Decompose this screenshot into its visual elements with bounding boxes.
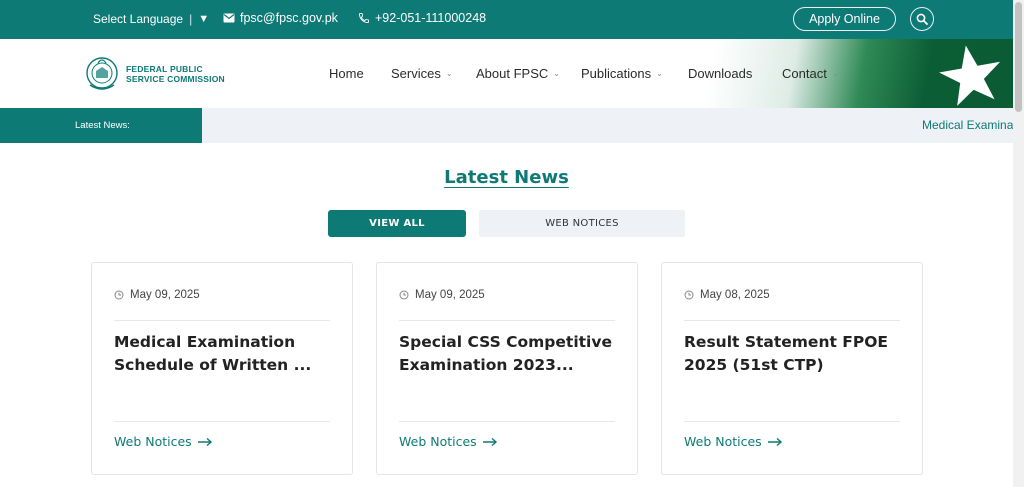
nav-label: About FPSC xyxy=(476,66,549,81)
logo-line-1: FEDERAL PUBLIC xyxy=(126,64,203,74)
phone-link[interactable]: +92-051-111000248 xyxy=(358,11,486,25)
card-title[interactable]: Special CSS Competitive Examination 2023… xyxy=(399,331,619,377)
nav-item-publications[interactable]: Publications ⌄ xyxy=(581,66,688,81)
caret-down-icon: ▼ xyxy=(198,13,210,25)
clock-icon xyxy=(114,290,124,300)
email-text: fpsc@fpsc.gov.pk xyxy=(240,11,338,25)
apply-online-button[interactable]: Apply Online xyxy=(793,7,896,31)
email-link[interactable]: fpsc@fpsc.gov.pk xyxy=(223,11,338,25)
scrollbar-thumb[interactable] xyxy=(1015,2,1022,112)
section-title: Latest News xyxy=(444,167,569,188)
ticker-headline[interactable]: Medical Examina xyxy=(922,118,1013,132)
clock-icon xyxy=(399,290,409,300)
emblem-icon xyxy=(86,57,118,90)
card-date: May 09, 2025 xyxy=(114,289,200,301)
clock-icon xyxy=(684,290,694,300)
envelope-icon xyxy=(223,13,235,23)
card-title[interactable]: Medical Examination Schedule of Written … xyxy=(114,331,334,377)
phone-text: +92-051-111000248 xyxy=(375,11,487,25)
card-category-link[interactable]: Web Notices xyxy=(114,434,213,449)
card-divider xyxy=(114,320,330,321)
card-category-link[interactable]: Web Notices xyxy=(684,434,783,449)
card-category-text: Web Notices xyxy=(399,434,477,449)
card-date: May 09, 2025 xyxy=(399,289,485,301)
nav-label: Contact xyxy=(782,66,827,81)
card-category-text: Web Notices xyxy=(114,434,192,449)
nav-label: Home xyxy=(329,66,364,81)
ticker-label: Latest News: xyxy=(0,108,202,143)
card-date-text: May 09, 2025 xyxy=(130,289,200,301)
chevron-down-icon: ⌄ xyxy=(445,69,453,78)
page-scrollbar[interactable] xyxy=(1013,0,1024,487)
nav-label: Downloads xyxy=(688,66,753,81)
star-icon xyxy=(939,45,1001,106)
main-nav: Home Services ⌄ About FPSC ⌄ Publications ⌄… xyxy=(329,66,852,81)
search-icon xyxy=(916,13,928,25)
card-divider xyxy=(114,421,330,422)
card-divider xyxy=(399,320,615,321)
card-divider xyxy=(684,421,900,422)
news-card[interactable]: May 08, 2025 Result Statement FPOE 2025 … xyxy=(661,262,923,475)
nav-item-home[interactable]: Home xyxy=(329,66,391,81)
card-date-text: May 08, 2025 xyxy=(700,289,770,301)
language-selector[interactable]: Select Language | ▼ xyxy=(93,12,209,26)
nav-label: Services xyxy=(391,66,441,81)
top-bar: Select Language | ▼ fpsc@fpsc.gov.pk +92… xyxy=(0,0,1013,39)
arrow-right-icon xyxy=(197,437,212,446)
filter-view-all-button[interactable]: VIEW ALL xyxy=(328,210,466,237)
news-card[interactable]: May 09, 2025 Medical Examination Schedul… xyxy=(91,262,353,475)
language-label: Select Language xyxy=(93,12,184,26)
search-button[interactable] xyxy=(910,7,934,31)
news-ticker: Latest News: Medical Examina xyxy=(0,108,1013,143)
chevron-down-icon: ⌄ xyxy=(553,69,560,78)
nav-item-about[interactable]: About FPSC ⌄ xyxy=(476,66,581,81)
card-title[interactable]: Result Statement FPOE 2025 (51st CTP) xyxy=(684,331,904,377)
language-separator: | xyxy=(189,12,193,26)
card-divider xyxy=(399,421,615,422)
nav-label: Publications xyxy=(581,66,652,81)
card-date: May 08, 2025 xyxy=(684,289,770,301)
arrow-right-icon xyxy=(482,437,497,446)
nav-item-contact[interactable]: Contact ⌄ xyxy=(782,66,852,81)
filter-web-notices-button[interactable]: WEB NOTICES xyxy=(479,210,685,237)
site-header: FEDERAL PUBLIC SERVICE COMMISSION Home S… xyxy=(0,39,1013,108)
chevron-down-icon: ⌄ xyxy=(831,69,839,78)
card-category-text: Web Notices xyxy=(684,434,762,449)
card-category-link[interactable]: Web Notices xyxy=(399,434,498,449)
news-card[interactable]: May 09, 2025 Special CSS Competitive Exa… xyxy=(376,262,638,475)
arrow-right-icon xyxy=(767,437,782,446)
card-divider xyxy=(684,320,900,321)
chevron-down-icon: ⌄ xyxy=(656,69,663,78)
fpsc-logo[interactable]: FEDERAL PUBLIC SERVICE COMMISSION xyxy=(84,55,225,93)
phone-icon xyxy=(359,13,369,23)
nav-item-services[interactable]: Services ⌄ xyxy=(391,66,476,81)
logo-line-2: SERVICE COMMISSION xyxy=(126,74,225,84)
nav-item-downloads[interactable]: Downloads xyxy=(688,66,782,81)
card-date-text: May 09, 2025 xyxy=(415,289,485,301)
